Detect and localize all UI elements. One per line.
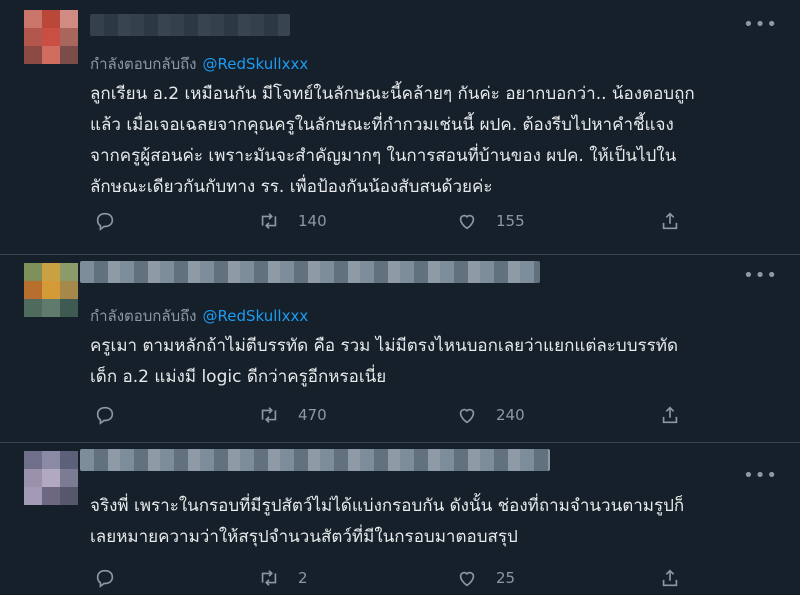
mention-link[interactable]: @RedSkullxxx	[203, 307, 309, 325]
action-bar: 470 240	[90, 402, 690, 428]
reply-context: กำลังตอบกลับถึง @RedSkullxxx	[90, 304, 308, 328]
tweet-text-line: แล้ว เมื่อเจอเฉลยจากคุณครูในลักษณะที่กำก…	[90, 115, 674, 135]
reply-button[interactable]	[94, 208, 116, 234]
retweet-button[interactable]: 140	[258, 208, 327, 234]
share-button[interactable]	[659, 565, 681, 591]
retweet-count: 2	[298, 569, 308, 587]
more-icon[interactable]: •••	[743, 265, 778, 286]
author-name[interactable]	[80, 261, 540, 283]
avatar[interactable]	[24, 263, 78, 317]
share-icon	[662, 406, 678, 424]
retweet-count: 470	[298, 406, 327, 424]
retweet-count: 140	[298, 212, 327, 230]
tweet-3[interactable]: ••• จริงพี่ เพราะในกรอบที่มีรูปสัตว์ไม่ไ…	[0, 443, 800, 595]
share-icon	[662, 569, 678, 587]
reply-icon	[96, 212, 114, 231]
avatar[interactable]	[24, 10, 78, 64]
share-button[interactable]	[659, 208, 681, 234]
like-count: 155	[496, 212, 525, 230]
retweet-icon	[261, 570, 277, 586]
tweet-text-line: เด็ก อ.2 แม่งมี logic ดีกว่าครูอีกหรอเนี…	[90, 367, 387, 387]
reply-button[interactable]	[94, 565, 116, 591]
tweet-text-line: ครูเมา ตามหลักถ้าไม่ตีบรรทัด คือ รวม ไม่…	[90, 336, 679, 356]
more-icon[interactable]: •••	[743, 14, 778, 35]
retweet-icon	[261, 213, 277, 229]
like-button[interactable]: 240	[456, 402, 525, 428]
tweet-1[interactable]: ••• กำลังตอบกลับถึง @RedSkullxxx ลูกเรียน…	[0, 0, 800, 255]
author-name[interactable]	[90, 14, 290, 36]
retweet-button[interactable]: 470	[258, 402, 327, 428]
mention-link[interactable]: @RedSkullxxx	[203, 55, 309, 73]
like-count: 240	[496, 406, 525, 424]
tweet-text: ครูเมา ตามหลักถ้าไม่ตีบรรทัด คือ รวม ไม่…	[90, 331, 780, 393]
like-count: 25	[496, 569, 516, 587]
author-name[interactable]	[80, 449, 550, 471]
like-button[interactable]: 155	[456, 208, 525, 234]
tweet-text-line: ลูกเรียน อ.2 เหมือนกัน มีโจทย์ในลักษณะนี…	[90, 84, 695, 104]
action-bar: 2 25	[90, 565, 690, 591]
like-icon	[459, 214, 475, 230]
share-icon	[662, 212, 678, 230]
retweet-icon	[261, 407, 277, 423]
action-bar: 140 155	[90, 208, 690, 234]
reply-prefix: กำลังตอบกลับถึง	[90, 55, 197, 73]
reply-prefix: กำลังตอบกลับถึง	[90, 307, 197, 325]
tweet-text-line: จากครูผู้สอนค่ะ เพราะมันจะสำคัญมากๆ ในกา…	[90, 146, 677, 166]
reply-icon	[96, 406, 114, 425]
reply-icon	[96, 569, 114, 588]
retweet-button[interactable]: 2	[258, 565, 308, 591]
tweet-2[interactable]: ••• กำลังตอบกลับถึง @RedSkullxxx ครูเมา ต…	[0, 255, 800, 443]
like-icon	[459, 571, 475, 587]
tweet-text-line: ลักษณะเดียวกันกับทาง รร. เพื่อป้องกันน้อ…	[90, 177, 493, 197]
tweet-text-line: จริงพี่ เพราะในกรอบที่มีรูปสัตว์ไม่ได้แบ…	[90, 496, 685, 516]
avatar[interactable]	[24, 451, 78, 505]
reply-context: กำลังตอบกลับถึง @RedSkullxxx	[90, 52, 308, 76]
tweet-text: ลูกเรียน อ.2 เหมือนกัน มีโจทย์ในลักษณะนี…	[90, 79, 780, 203]
like-button[interactable]: 25	[456, 565, 515, 591]
tweet-text-line: เลยหมายความว่าให้สรุปจำนวนสัตว์ที่มีในกร…	[90, 527, 518, 547]
like-icon	[459, 408, 475, 424]
share-button[interactable]	[659, 402, 681, 428]
reply-button[interactable]	[94, 402, 116, 428]
more-icon[interactable]: •••	[743, 465, 778, 486]
tweet-text: จริงพี่ เพราะในกรอบที่มีรูปสัตว์ไม่ได้แบ…	[90, 491, 780, 553]
